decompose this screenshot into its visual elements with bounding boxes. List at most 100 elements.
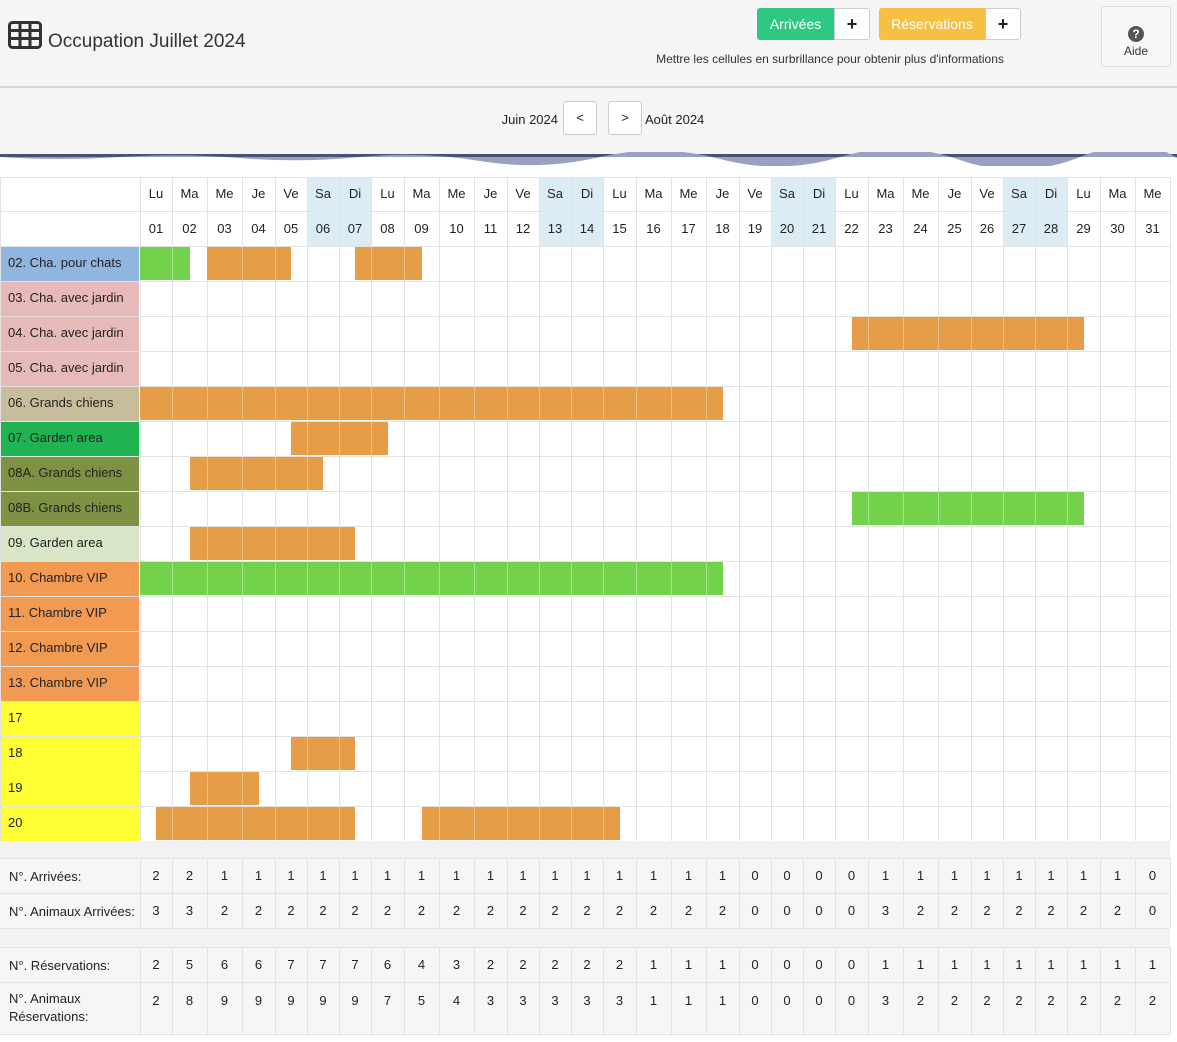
reservation-bar[interactable] [189,527,355,560]
room-label[interactable]: 20 [1,806,139,841]
arrival-bar[interactable] [140,562,723,595]
day-name: Ma [180,186,199,201]
grid-vline [835,982,836,1034]
reservation-bar[interactable] [189,772,259,805]
room-label[interactable]: 08B. Grands chiens [1,491,139,526]
reservation-bar[interactable] [207,247,291,280]
grid-vline [571,177,572,841]
grid-vline [1135,947,1136,982]
stat-value: 2 [551,903,559,918]
grid-vline [474,858,475,893]
stat-value: 1 [615,868,624,883]
stat-value: 3 [583,993,591,1008]
stat-value: 9 [287,993,295,1008]
day-name: Lu [612,186,627,201]
grid-vline [339,893,340,928]
grid-vline [571,858,572,893]
room-label[interactable]: 07. Garden area [1,421,139,456]
stat-value: 9 [220,993,229,1008]
room-label[interactable]: 13. Chambre VIP [1,666,139,701]
room-label[interactable]: 10. Chambre VIP [1,561,139,596]
grid-vline [739,893,740,928]
day-number: 10 [449,221,464,236]
room-label[interactable]: 09. Garden area [1,526,139,561]
day-number: 17 [681,221,696,236]
stat-value: 2 [452,903,461,918]
room-label[interactable]: 08A. Grands chiens [1,456,139,491]
grid-vline [603,893,604,928]
stat-value: 2 [684,903,693,918]
day-name: Lu [380,186,395,201]
reservation-bar[interactable] [291,737,355,770]
grid-vline [275,982,276,1034]
grid-vline [371,982,372,1034]
stat-value: 4 [452,993,461,1008]
stat-value: 0 [815,903,823,918]
stat-value: 1 [254,868,263,883]
room-label[interactable]: 04. Cha. avec jardin [1,316,139,351]
day-number: 08 [380,221,395,236]
stat-value: 2 [583,903,591,918]
grid-vline [803,893,804,928]
stat-value: 1 [452,868,461,883]
room-label[interactable]: 11. Chambre VIP [1,596,139,631]
grid-vline [938,858,939,893]
grid-vline [474,177,475,841]
stat-value: 2 [983,903,991,918]
grid-vline [1067,947,1068,982]
stat-value: 1 [1015,868,1023,883]
grid-vline [539,177,540,841]
grid-vline [0,177,1,841]
reservation-bar[interactable] [421,807,620,840]
reservation-bar[interactable] [189,457,323,490]
grid-vline [207,893,208,928]
grid-vline [938,947,939,982]
reservation-bar[interactable] [140,387,723,420]
grid-vline [671,947,672,982]
day-name: Lu [844,186,859,201]
room-label[interactable]: 12. Chambre VIP [1,631,139,666]
reservation-bar[interactable] [156,807,355,840]
room-label[interactable]: 17 [1,701,139,736]
stat-value: 1 [1047,957,1055,972]
arrival-bar[interactable] [851,492,1084,525]
grid-vline [571,947,572,982]
day-name: Lu [148,186,164,201]
room-label[interactable]: 06. Grands chiens [1,386,139,421]
grid-vline [404,893,405,928]
arrival-bar[interactable] [140,247,190,280]
room-label[interactable]: 19 [1,771,139,806]
day-name: Je [251,186,266,201]
stat-value: 1 [950,868,959,883]
grid-vline [803,177,804,841]
reservation-bar[interactable] [291,422,388,455]
day-number: 02 [182,221,197,236]
grid-vline [474,947,475,982]
room-label[interactable]: 05. Cha. avec jardin [1,351,139,386]
grid-vline [404,982,405,1034]
stat-value: 1 [1113,868,1122,883]
stat-value: 1 [881,957,890,972]
grid-vline [971,893,972,928]
day-name: Ma [644,186,663,201]
stat-value: 2 [983,993,991,1008]
grid-vline [1003,858,1004,893]
day-number: 24 [913,221,928,236]
grid-vline [439,982,440,1034]
grid-vline [1003,893,1004,928]
day-number: 18 [715,221,730,236]
room-label[interactable]: 03. Cha. avec jardin [1,281,139,316]
grid-vline [140,947,141,982]
day-number: 25 [947,221,962,236]
grid-vline [172,947,173,982]
stat-value: 1 [351,868,359,883]
reservation-bar[interactable] [355,247,422,280]
grid-vline [1100,947,1101,982]
room-label[interactable]: 18 [1,736,139,771]
stat-value: 2 [916,903,925,918]
reservation-bar[interactable] [851,317,1084,350]
room-label[interactable]: 02. Cha. pour chats [1,246,139,281]
stat-value: 3 [486,993,495,1008]
day-name: Lu [1076,186,1091,201]
grid-vline [172,893,173,928]
